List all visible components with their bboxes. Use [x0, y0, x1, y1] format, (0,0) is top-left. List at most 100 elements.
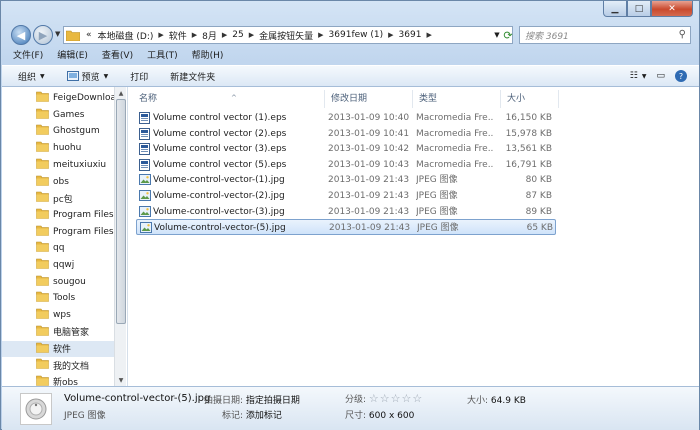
- maximize-button[interactable]: □: [627, 1, 651, 17]
- folder-tree-item[interactable]: Ghostgum: [2, 123, 114, 139]
- address-bar[interactable]: « 本地磁盘 (D:) ▶ 软件 ▶ 8月 ▶ 25 ▶ 金属按钮矢量 ▶ 3691few (1) ▶…: [63, 26, 513, 44]
- folder-tree-item[interactable]: Program Files: [2, 224, 114, 240]
- file-row[interactable]: Volume-control-vector-(2).jpg 2013-01-09 …: [136, 188, 556, 204]
- folder-tree-label: 电脑管家: [53, 328, 90, 339]
- breadcrumb-item[interactable]: 25: [232, 30, 243, 40]
- folder-icon: [36, 275, 49, 289]
- menu-bar: 文件(F) 编辑(E) 查看(V) 工具(T) 帮助(H): [1, 48, 699, 64]
- folder-tree-item[interactable]: 电脑管家: [2, 324, 114, 340]
- folder-tree-item[interactable]: Program Files: [2, 207, 114, 223]
- file-row[interactable]: Volume control vector (3).eps 2013-01-09 …: [136, 141, 556, 157]
- organize-button[interactable]: 组织 ▼: [18, 70, 45, 83]
- file-row[interactable]: Volume control vector (1).eps 2013-01-09 …: [136, 110, 556, 126]
- close-button[interactable]: ✕: [651, 1, 693, 17]
- folder-tree-label: qq: [53, 243, 65, 254]
- breadcrumb-separator-icon[interactable]: ▶: [426, 31, 431, 39]
- column-header-name[interactable]: 名称 ^: [133, 90, 325, 108]
- folder-tree-label: Program Files: [53, 209, 114, 220]
- refresh-button[interactable]: ⟳: [501, 26, 515, 44]
- new-folder-button[interactable]: 新建文件夹: [170, 70, 215, 83]
- forward-button[interactable]: ▶: [33, 25, 53, 45]
- column-header-size[interactable]: 大小: [501, 90, 559, 108]
- chevron-down-icon[interactable]: ▼: [642, 73, 647, 80]
- folder-tree-item[interactable]: 软件: [2, 340, 114, 357]
- back-button[interactable]: ◀: [11, 25, 31, 45]
- menu-item[interactable]: 查看(V): [102, 48, 133, 64]
- folder-icon: [36, 258, 49, 272]
- breadcrumb-item[interactable]: 本地磁盘 (D:): [98, 29, 154, 42]
- minimize-button[interactable]: ▁: [603, 1, 627, 17]
- window-controls: ▁ □ ✕: [603, 1, 693, 17]
- breadcrumb-item[interactable]: 3691few (1): [329, 30, 384, 40]
- breadcrumb-separator-icon[interactable]: ▶: [388, 31, 393, 39]
- menu-item[interactable]: 帮助(H): [192, 48, 224, 64]
- breadcrumb-item[interactable]: 软件: [169, 29, 187, 42]
- breadcrumb-separator-icon[interactable]: ▶: [249, 31, 254, 39]
- preview-pane-icon[interactable]: ▭: [656, 71, 665, 81]
- folder-tree-item[interactable]: qq: [2, 240, 114, 256]
- scroll-down-arrow-icon[interactable]: ▼: [115, 374, 127, 386]
- file-row[interactable]: Volume-control-vector-(3).jpg 2013-01-09 …: [136, 204, 556, 220]
- folder-tree-item[interactable]: qqwj: [2, 257, 114, 273]
- folder-icon: [36, 158, 49, 172]
- breadcrumb-separator-icon[interactable]: ▶: [192, 31, 197, 39]
- menu-item[interactable]: 编辑(E): [57, 48, 88, 64]
- column-header-date[interactable]: 修改日期: [325, 90, 413, 108]
- detail-tags-value[interactable]: 添加标记: [246, 411, 282, 421]
- menu-item[interactable]: 文件(F): [13, 48, 43, 64]
- file-row[interactable]: Volume-control-vector-(5).jpg 2013-01-09 …: [136, 219, 556, 236]
- detail-date-value[interactable]: 指定拍摄日期: [246, 396, 300, 406]
- folder-tree-item[interactable]: obs: [2, 174, 114, 190]
- folder-tree-item[interactable]: huohu: [2, 140, 114, 156]
- breadcrumb-separator-icon[interactable]: ▶: [222, 31, 227, 39]
- file-type: Macromedia Fre...: [416, 159, 494, 170]
- explorer-window: ▁ □ ✕ ◀ ▶ ▼ « 本地磁盘 (D:) ▶ 软件 ▶ 8月 ▶ 25 ▶ 金属按钮矢量 ▶…: [0, 0, 700, 430]
- detail-tags-label: 标记:: [222, 411, 244, 421]
- folder-tree-item[interactable]: meituxiuxiu: [2, 157, 114, 173]
- folder-tree-label: 我的文档: [53, 361, 90, 372]
- arrow-left-icon: ◀: [16, 28, 26, 42]
- recent-pages-dropdown[interactable]: ▼: [55, 30, 60, 38]
- menu-item[interactable]: 工具(T): [147, 48, 178, 64]
- nav-scrollbar[interactable]: ▲ ▼: [114, 87, 126, 386]
- address-overflow[interactable]: «: [86, 30, 92, 40]
- file-modified-date: 2013-01-09 21:43: [328, 206, 410, 217]
- scroll-thumb[interactable]: [116, 99, 126, 324]
- file-row[interactable]: Volume-control-vector-(1).jpg 2013-01-09 …: [136, 172, 556, 188]
- rating-stars-icon[interactable]: ☆☆☆☆☆: [369, 392, 423, 405]
- file-name: Volume control vector (3).eps: [153, 144, 287, 155]
- file-modified-date: 2013-01-09 10:43: [328, 159, 410, 170]
- breadcrumb-separator-icon[interactable]: ▶: [318, 31, 323, 39]
- file-size: 15,978 KB: [505, 128, 552, 139]
- help-icon[interactable]: ?: [675, 70, 687, 82]
- preview-button[interactable]: 预览 ▼: [66, 70, 108, 83]
- folder-tree-label: Program Files: [53, 226, 114, 237]
- detail-size-label: 大小:: [467, 396, 489, 406]
- breadcrumb-item[interactable]: 金属按钮矢量: [259, 29, 313, 42]
- folder-tree-item[interactable]: pc包: [2, 190, 114, 206]
- folder-tree-item[interactable]: sougou: [2, 274, 114, 290]
- view-options-icon[interactable]: ☷: [630, 71, 638, 81]
- folder-tree-item[interactable]: FeigeDownloa: [2, 90, 114, 106]
- file-row[interactable]: Volume control vector (2).eps 2013-01-09 …: [136, 126, 556, 142]
- breadcrumb-separator-icon[interactable]: ▶: [158, 31, 163, 39]
- scroll-up-arrow-icon[interactable]: ▲: [115, 87, 127, 99]
- file-type: Macromedia Fre...: [416, 144, 494, 155]
- details-pane: Volume-control-vector-(5).jpg JPEG 图像 拍摄…: [2, 386, 699, 430]
- folder-tree-item[interactable]: 新obs: [2, 374, 114, 386]
- detail-size-value: 64.9 KB: [490, 396, 526, 406]
- breadcrumb-item[interactable]: 3691: [399, 30, 422, 40]
- file-row[interactable]: Volume control vector (5).eps 2013-01-09 …: [136, 157, 556, 173]
- column-header-type[interactable]: 类型: [413, 90, 501, 108]
- folder-tree-item[interactable]: Tools: [2, 290, 114, 306]
- search-input[interactable]: 搜索 3691 ⚲: [519, 26, 691, 44]
- folder-tree-item[interactable]: 我的文档: [2, 357, 114, 373]
- file-modified-date: 2013-01-09 10:42: [328, 144, 410, 155]
- folder-tree-item[interactable]: wps: [2, 307, 114, 323]
- file-type: JPEG 图像: [417, 223, 459, 234]
- breadcrumb-item[interactable]: 8月: [202, 29, 217, 42]
- print-button[interactable]: 打印: [130, 70, 148, 83]
- folder-tree-item[interactable]: Games: [2, 107, 114, 123]
- folder-icon: [36, 358, 49, 372]
- file-type: JPEG 图像: [416, 191, 458, 201]
